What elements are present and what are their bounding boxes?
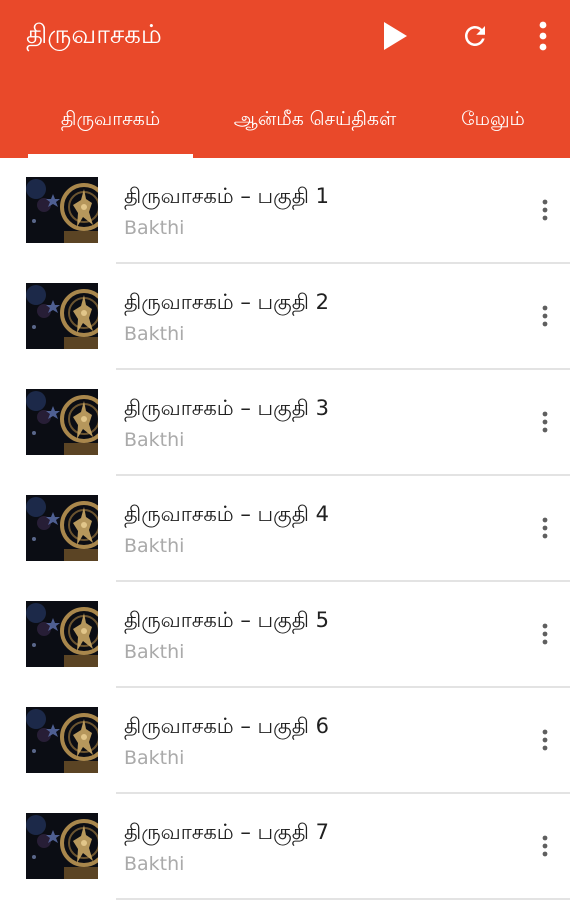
more-vert-icon [542, 411, 548, 433]
tab-thiruvasagam[interactable]: திருவாசகம் [28, 94, 193, 158]
list-item[interactable]: திருவாசகம் – பகுதி 7 Bakthi [0, 794, 570, 900]
album-art-thumbnail [26, 707, 98, 773]
tab-spiritual-news[interactable]: ஆன்மீக செய்திகள் [205, 94, 425, 158]
more-vert-icon [542, 835, 548, 857]
more-vert-icon [542, 623, 548, 645]
track-title: திருவாசகம் – பகுதி 6 [124, 714, 329, 738]
track-subtitle: Bakthi [124, 217, 185, 239]
tab-bar: திருவாசகம் ஆன்மீக செய்திகள் மேலும் [0, 94, 570, 158]
album-art-thumbnail [26, 177, 98, 243]
track-title: திருவாசகம் – பகுதி 1 [124, 184, 329, 208]
track-title: திருவாசகம் – பகுதி 3 [124, 396, 329, 420]
more-vert-icon [542, 729, 548, 751]
refresh-button[interactable] [453, 14, 497, 58]
list-item[interactable]: திருவாசகம் – பகுதி 1 Bakthi [0, 158, 570, 264]
more-vert-icon [539, 21, 547, 51]
album-art-thumbnail [26, 283, 98, 349]
track-more-button[interactable] [528, 616, 562, 652]
track-more-button[interactable] [528, 510, 562, 546]
track-more-button[interactable] [528, 828, 562, 864]
album-art-thumbnail [26, 389, 98, 455]
more-vert-icon [542, 199, 548, 221]
list-item[interactable]: திருவாசகம் – பகுதி 3 Bakthi [0, 370, 570, 476]
more-vert-icon [542, 517, 548, 539]
track-subtitle: Bakthi [124, 323, 185, 345]
track-subtitle: Bakthi [124, 429, 185, 451]
list-item[interactable]: திருவாசகம் – பகுதி 4 Bakthi [0, 476, 570, 582]
overflow-menu-button[interactable] [521, 14, 565, 58]
track-list: திருவாசகம் – பகுதி 1 Bakthi திருவாசகம் –… [0, 158, 570, 900]
track-title: திருவாசகம் – பகுதி 4 [124, 502, 329, 526]
track-more-button[interactable] [528, 404, 562, 440]
list-item[interactable]: திருவாசகம் – பகுதி 5 Bakthi [0, 582, 570, 688]
tab-more[interactable]: மேலும் [440, 94, 546, 158]
track-title: திருவாசகம் – பகுதி 5 [124, 608, 329, 632]
track-subtitle: Bakthi [124, 535, 185, 557]
track-title: திருவாசகம் – பகுதி 2 [124, 290, 329, 314]
album-art-thumbnail [26, 495, 98, 561]
app-bar: திருவாசகம் திருவாசகம் ஆன்மீக செய்திகள் ம… [0, 0, 570, 158]
track-subtitle: Bakthi [124, 853, 185, 875]
app-title: திருவாசகம் [26, 20, 162, 50]
track-more-button[interactable] [528, 192, 562, 228]
track-subtitle: Bakthi [124, 747, 185, 769]
list-item[interactable]: திருவாசகம் – பகுதி 6 Bakthi [0, 688, 570, 794]
refresh-icon [465, 26, 485, 46]
track-more-button[interactable] [528, 298, 562, 334]
track-subtitle: Bakthi [124, 641, 185, 663]
track-title: திருவாசகம் – பகுதி 7 [124, 820, 329, 844]
play-button[interactable] [373, 14, 417, 58]
play-icon [384, 22, 407, 50]
album-art-thumbnail [26, 601, 98, 667]
track-more-button[interactable] [528, 722, 562, 758]
more-vert-icon [542, 305, 548, 327]
album-art-thumbnail [26, 813, 98, 879]
list-item[interactable]: திருவாசகம் – பகுதி 2 Bakthi [0, 264, 570, 370]
